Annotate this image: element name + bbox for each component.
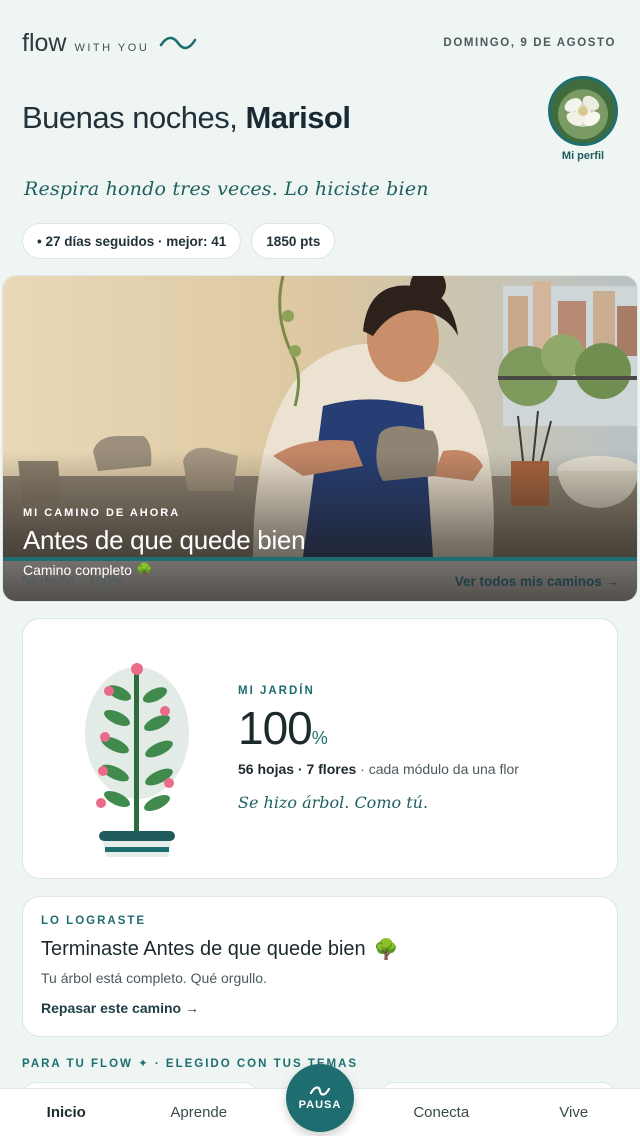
garden-stats-bold: 56 hojas · 7 flores <box>238 761 357 777</box>
achievement-subtitle: Tu árbol está completo. Qué orgullo. <box>41 970 267 986</box>
avatar[interactable] <box>548 76 618 146</box>
tree-emoji-icon: 🌳 <box>373 939 399 961</box>
greeting: Buenas noches, Marisol <box>22 100 351 136</box>
daily-quote: Respira hondo tres veces. Lo hiciste bie… <box>24 178 429 200</box>
profile-label[interactable]: Mi perfil <box>548 150 618 162</box>
brand-logo: flow WITH YOU <box>22 29 197 58</box>
nav-connect[interactable]: Conecta <box>375 1104 508 1121</box>
path-kicker: MI CAMINO DE AHORA <box>23 507 181 519</box>
achievement-kicker: LO LOGRASTE <box>41 915 147 927</box>
pause-button[interactable]: PAUSA <box>286 1064 354 1132</box>
percent-sign: % <box>311 728 328 748</box>
garden-card[interactable]: MI JARDÍN 100% 56 hojas · 7 flores · cad… <box>22 618 618 879</box>
garden-stats: 56 hojas · 7 flores · cada módulo da una… <box>238 761 519 777</box>
nav-learn[interactable]: Aprende <box>133 1104 266 1121</box>
stats-chips: • 27 días seguidos · mejor: 41 1850 pts <box>22 223 336 259</box>
review-path-link[interactable]: Repasar este camino → <box>41 1000 599 1016</box>
nav-home[interactable]: Inicio <box>0 1104 133 1121</box>
garden-info: MI JARDÍN 100% 56 hojas · 7 flores · cad… <box>238 685 519 812</box>
profile-button[interactable]: Mi perfil <box>548 76 618 162</box>
brand-tagline: WITH YOU <box>74 41 150 54</box>
path-progress-text: 56 de 56 · 100% <box>21 573 124 589</box>
garden-kicker: MI JARDÍN <box>238 685 315 697</box>
achievement-title-row: Terminaste Antes de que quede bien 🌳 <box>41 937 599 962</box>
streak-chip[interactable]: • 27 días seguidos · mejor: 41 <box>22 223 242 259</box>
greeting-prefix: Buenas noches, <box>22 100 238 135</box>
user-name: Marisol <box>245 100 351 135</box>
tree-icon <box>85 663 189 857</box>
brand-name: flow <box>22 28 67 57</box>
path-title: Antes de que quede bien <box>23 525 306 555</box>
wave-icon <box>159 36 197 50</box>
garden-percent-value: 100 <box>238 702 313 754</box>
path-footer: 56 de 56 · 100% Ver todos mis caminos → <box>3 561 637 601</box>
wave-icon <box>309 1086 331 1096</box>
garden-percent: 100% <box>238 701 519 755</box>
points-chip[interactable]: 1850 pts <box>251 223 336 259</box>
achievement-card[interactable]: LO LOGRASTE Terminaste Antes de que qued… <box>22 896 618 1037</box>
current-path-card[interactable]: MI CAMINO DE AHORA Antes de que quede bi… <box>2 275 638 602</box>
garden-stats-rest: · cada módulo da una flor <box>356 761 519 777</box>
garden-note: Se hizo árbol. Como tú. <box>238 793 429 812</box>
flower-icon <box>564 95 601 127</box>
achievement-title: Terminaste Antes de que quede bien <box>41 938 366 960</box>
nav-live[interactable]: Vive <box>508 1104 640 1121</box>
all-paths-link[interactable]: Ver todos mis caminos → <box>455 574 619 589</box>
current-date: DOMINGO, 9 DE AGOSTO <box>443 37 616 49</box>
top-bar: flow WITH YOU DOMINGO, 9 DE AGOSTO <box>22 26 616 60</box>
pause-label[interactable]: PAUSA <box>299 1099 342 1111</box>
